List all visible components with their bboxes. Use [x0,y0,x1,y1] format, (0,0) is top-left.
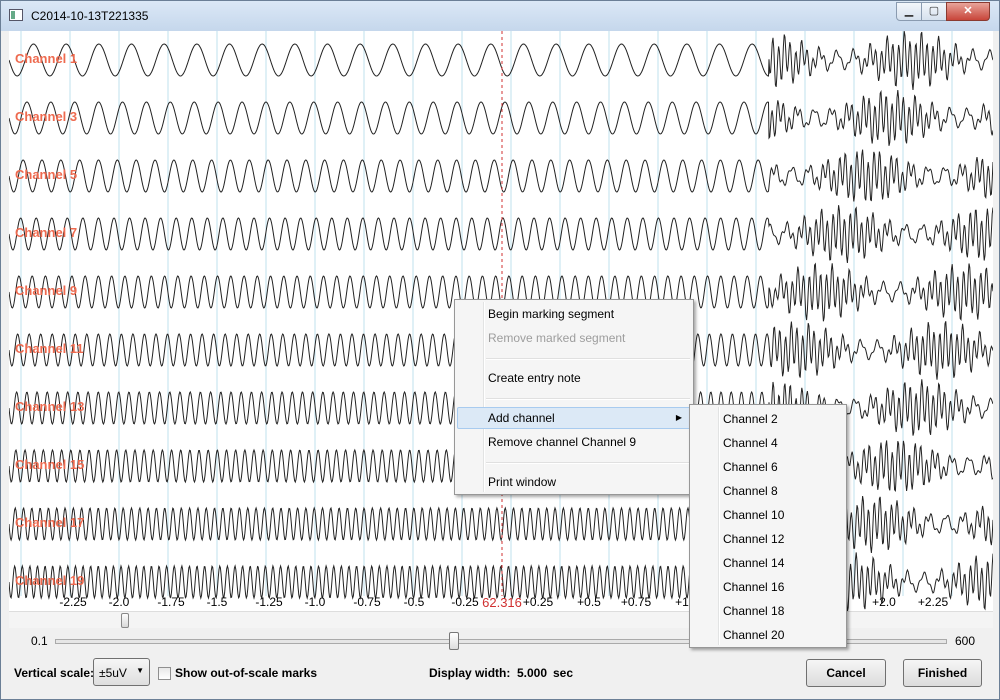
channel-waveform [9,149,993,202]
minimize-button[interactable]: ▁ [896,2,922,21]
width-slider-thumb[interactable] [449,632,459,650]
channel-waveform [9,89,993,146]
menu-item-print-window[interactable]: Print window [457,471,691,493]
add-channel-submenu: Channel 2 Channel 4 Channel 6 Channel 8 Chan… [689,404,847,648]
menu-separator [486,462,690,464]
display-width-value: 5.000 [517,666,548,680]
vertical-scale-select[interactable]: ±5uV ▼ [93,658,150,686]
menu-item-add-channel[interactable]: Add channel ▶ [457,407,691,429]
menu-item-add-channel-label: Add channel [488,411,555,425]
show-out-of-scale-checkbox[interactable] [158,667,171,680]
scrollbar-thumb[interactable] [121,613,129,628]
time-tick-label: +0.75 [620,595,652,609]
vertical-scale-label: Vertical scale: [14,666,95,680]
time-tick-label: +0.25 [522,595,554,609]
cancel-button[interactable]: Cancel [806,659,886,687]
display-width-label: Display width: [429,666,511,680]
chevron-down-icon: ▼ [136,666,144,675]
main-window: C2014-10-13T221335 ▁ ▢ ✕ Channel 1 Channe… [0,0,1000,700]
time-tick-label: -0.75 [353,595,381,609]
maximize-icon: ▢ [928,5,940,17]
width-slider-max-label: 600 [955,634,976,648]
channel-label[interactable]: Channel 9 [15,283,77,298]
vertical-scale-value: ±5uV [99,666,127,680]
channel-label[interactable]: Channel 17 [15,515,84,530]
close-icon: ✕ [963,5,973,17]
submenu-item-channel[interactable]: Channel 2 [692,408,844,430]
time-tick-label: -2.0 [108,595,130,609]
submenu-item-channel[interactable]: Channel 8 [692,480,844,502]
menu-item-remove-channel[interactable]: Remove channel Channel 9 [457,431,691,453]
time-tick-label: -1.0 [304,595,326,609]
channel-label[interactable]: Channel 7 [15,225,77,240]
submenu-item-channel[interactable]: Channel 16 [692,576,844,598]
time-tick-label: -2.25 [59,595,87,609]
window-title: C2014-10-13T221335 [31,9,149,23]
channel-label[interactable]: Channel 1 [15,51,77,66]
channel-label[interactable]: Channel 3 [15,109,77,124]
submenu-item-channel[interactable]: Channel 20 [692,624,844,646]
channel-label[interactable]: Channel 11 [15,341,84,356]
channel-label[interactable]: Channel 15 [15,457,84,472]
channel-label[interactable]: Channel 13 [15,399,84,414]
submenu-item-channel[interactable]: Channel 6 [692,456,844,478]
maximize-button[interactable]: ▢ [921,2,947,21]
submenu-item-channel[interactable]: Channel 10 [692,504,844,526]
submenu-item-channel[interactable]: Channel 14 [692,552,844,574]
context-menu: Begin marking segment Remove marked segm… [454,299,694,495]
time-tick-label: +2.0 [872,595,896,609]
close-button[interactable]: ✕ [946,2,990,21]
menu-item-create-note[interactable]: Create entry note [457,367,691,389]
channel-label[interactable]: Channel 19 [15,573,84,588]
menu-separator [486,398,690,400]
menu-item-begin-marking[interactable]: Begin marking segment [457,303,691,325]
finished-button[interactable]: Finished [903,659,982,687]
app-icon [9,9,23,21]
width-slider-min-label: 0.1 [31,634,48,648]
menu-separator [486,358,690,360]
time-tick-label: -0.25 [451,595,479,609]
submenu-item-channel[interactable]: Channel 12 [692,528,844,550]
channel-waveform [9,205,993,263]
show-out-of-scale-label[interactable]: Show out-of-scale marks [175,666,317,680]
submenu-item-channel[interactable]: Channel 18 [692,600,844,622]
display-width-unit: sec [553,666,574,680]
title-bar[interactable]: C2014-10-13T221335 ▁ ▢ ✕ [1,1,999,31]
submenu-item-channel[interactable]: Channel 4 [692,432,844,454]
submenu-arrow-icon: ▶ [675,413,682,422]
time-cursor-label: 62.316 [482,595,522,610]
channel-label[interactable]: Channel 5 [15,167,77,182]
minimize-icon: ▁ [904,5,914,17]
channel-waveform [9,31,993,90]
time-tick-label: -1.5 [206,595,228,609]
time-tick-label: -1.75 [157,595,185,609]
menu-item-remove-marked[interactable]: Remove marked segment [457,327,691,349]
time-tick-label: +2.25 [917,595,949,609]
time-tick-label: -0.5 [403,595,425,609]
time-tick-label: +0.5 [577,595,601,609]
time-tick-label: -1.25 [255,595,283,609]
